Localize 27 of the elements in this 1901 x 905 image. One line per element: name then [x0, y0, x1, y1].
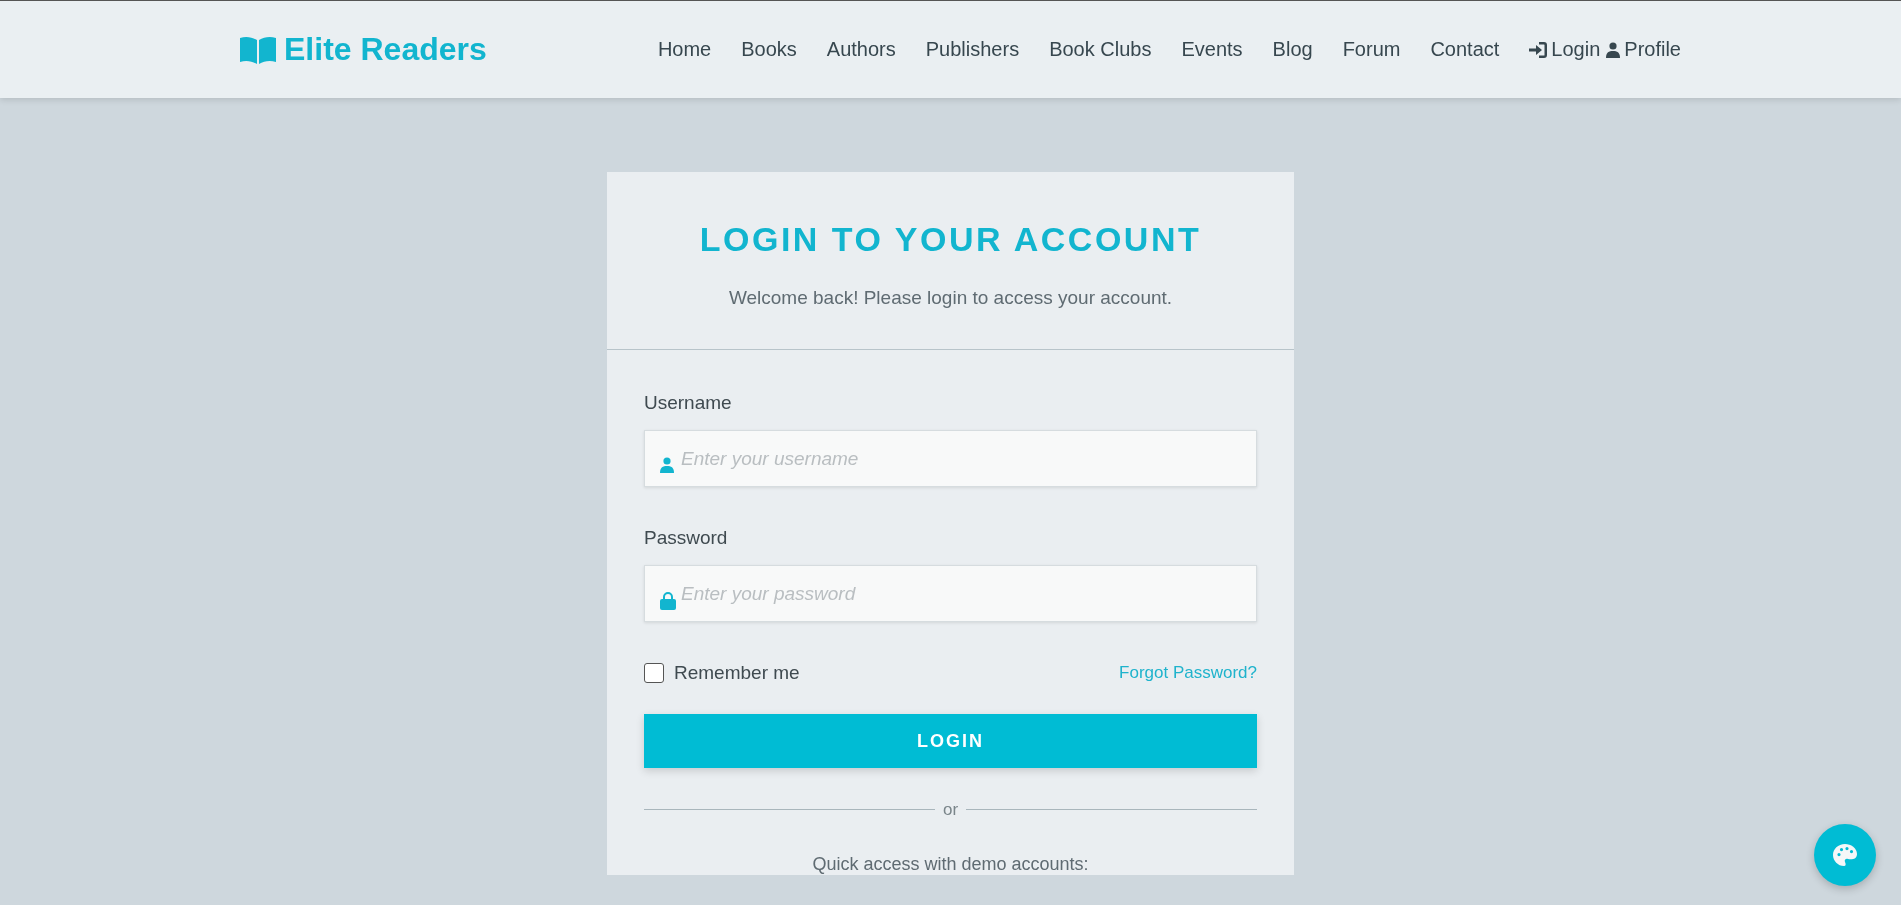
- nav-link[interactable]: Home: [657, 38, 712, 61]
- book-icon: [240, 35, 276, 64]
- nav-link[interactable]: Books: [741, 38, 797, 61]
- welcome-text: Welcome back! Please login to access your account.: [727, 287, 1174, 309]
- login-title: LOGIN TO YOUR ACCOUNT: [698, 220, 1203, 259]
- lock-icon: [660, 592, 676, 610]
- quick-access-text: Quick access with demo accounts:: [811, 854, 1090, 875]
- field-label: Username: [644, 392, 732, 414]
- nav-link[interactable]: Book Clubs: [1049, 38, 1152, 61]
- input-field[interactable]: Enter your password: [644, 565, 1257, 622]
- remember-checkbox[interactable]: [644, 663, 664, 683]
- remember-label: Remember me: [674, 662, 800, 684]
- nav-link[interactable]: Events: [1181, 38, 1243, 61]
- nav-link[interactable]: Authors: [826, 38, 896, 61]
- nav-link[interactable]: Contact: [1430, 38, 1500, 61]
- brand-name: Elite Readers: [284, 31, 487, 68]
- user-icon: [660, 457, 674, 473]
- palette-icon: [1833, 844, 1857, 866]
- nav-link[interactable]: Forum: [1342, 38, 1401, 61]
- user-icon: [1606, 41, 1621, 58]
- field-label: Password: [644, 527, 728, 549]
- input-field[interactable]: Enter your username: [644, 430, 1257, 487]
- login-link[interactable]: Login: [1529, 38, 1601, 61]
- sign-in-icon: [1529, 41, 1548, 58]
- profile-link[interactable]: Profile: [1606, 38, 1681, 61]
- nav-link[interactable]: Blog: [1272, 38, 1313, 61]
- nav-link[interactable]: Publishers: [925, 38, 1020, 61]
